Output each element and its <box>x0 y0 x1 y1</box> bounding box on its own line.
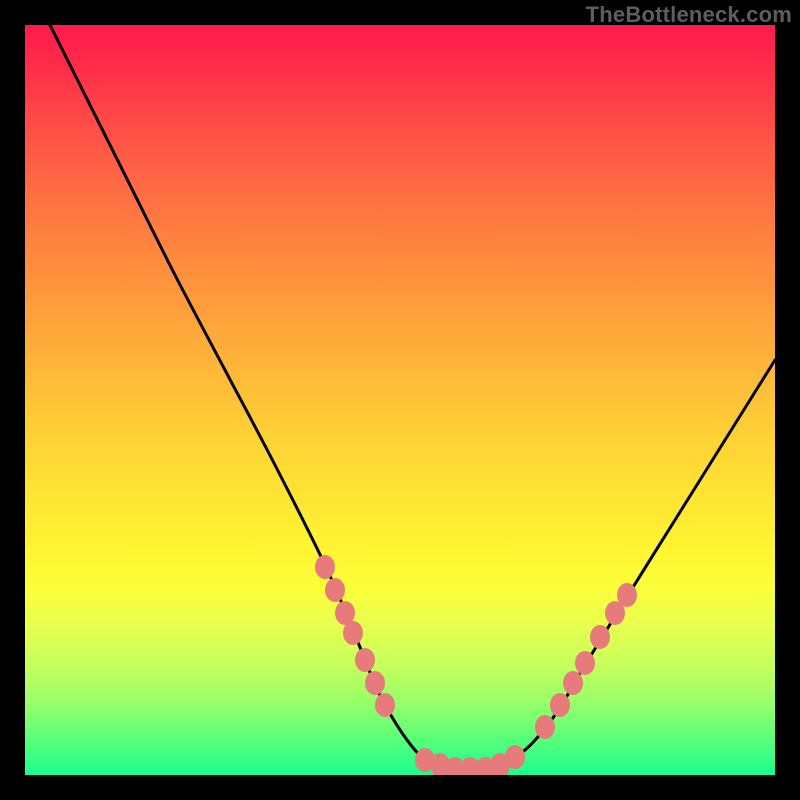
marker-dot <box>343 621 363 645</box>
marker-dot <box>563 671 583 695</box>
marker-dot <box>575 651 595 675</box>
marker-dot <box>365 671 385 695</box>
marker-dot <box>375 693 395 717</box>
markers-layer <box>315 555 637 775</box>
marker-dot <box>355 648 375 672</box>
plot-area <box>25 25 775 775</box>
curve-layer <box>50 25 775 770</box>
chart-frame: TheBottleneck.com <box>0 0 800 800</box>
marker-dot <box>550 693 570 717</box>
attribution-label: TheBottleneck.com <box>586 2 792 28</box>
marker-dot <box>535 715 555 739</box>
marker-dot <box>325 578 345 602</box>
marker-dot <box>315 555 335 579</box>
marker-dot <box>505 745 525 769</box>
chart-svg <box>25 25 775 775</box>
marker-dot <box>617 583 637 607</box>
marker-dot <box>590 625 610 649</box>
bottleneck-curve <box>50 25 775 770</box>
